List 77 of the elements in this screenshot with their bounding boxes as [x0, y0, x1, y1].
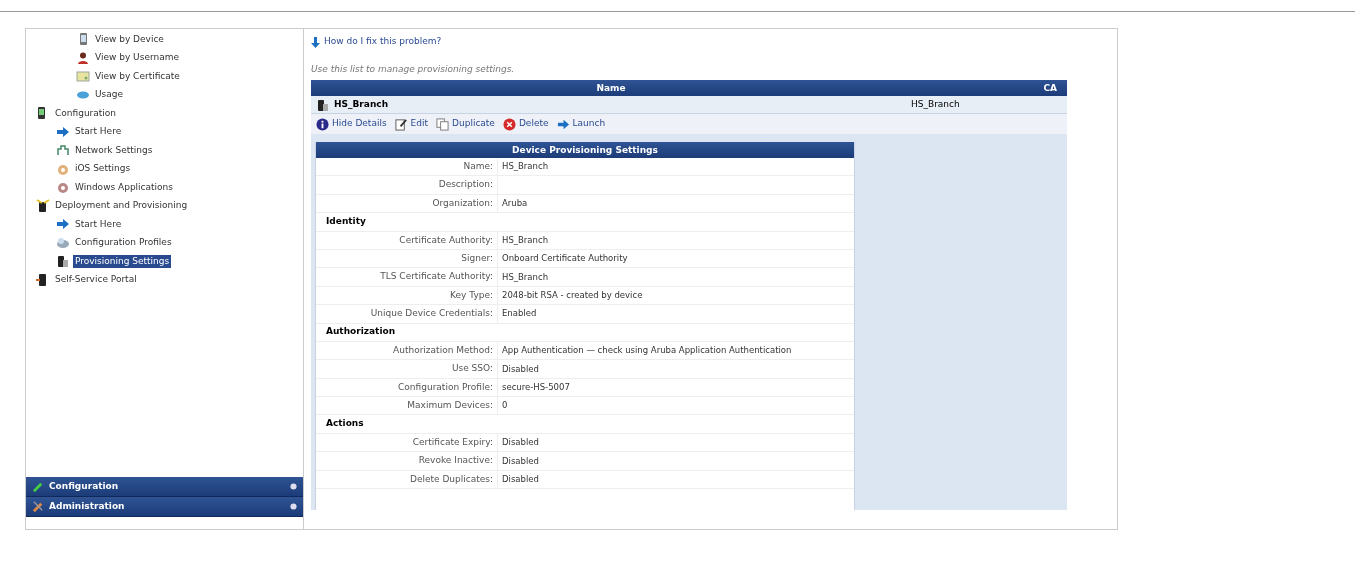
device-icon [56, 254, 70, 269]
field-label: Signer: [461, 251, 493, 265]
field-value: HS_Branch [501, 270, 549, 284]
tree-item[interactable]: Start Here [73, 217, 124, 231]
arrow-icon [56, 217, 70, 232]
action-link[interactable]: Duplicate [452, 117, 495, 131]
edit-icon [394, 117, 408, 131]
arrow-icon [56, 124, 70, 139]
field-value: Disabled [501, 454, 539, 468]
action-link[interactable]: Hide Details [332, 117, 387, 131]
field-label: Description: [438, 178, 493, 192]
info-icon [316, 117, 329, 131]
tree-item[interactable]: View by Device [93, 32, 166, 46]
field-value: 2048-bit RSA - created by device [501, 289, 643, 302]
field-label: Key Type: [450, 288, 493, 302]
field-value: secure-HS-5007 [501, 381, 570, 394]
tree-item[interactable]: Self-Service Portal [53, 273, 139, 287]
panel-header[interactable]: Configuration [26, 477, 303, 497]
section-heading: Identity [326, 215, 366, 229]
field-label: Revoke Inactive: [418, 454, 493, 468]
field-value: Disabled [501, 436, 539, 449]
column-header[interactable]: Name [311, 80, 911, 96]
field-label: Unique Device Credentials: [370, 307, 493, 321]
down-arrow-icon [311, 36, 320, 48]
column-header[interactable]: CA [911, 80, 1067, 96]
field-label: Name: [463, 159, 493, 173]
help-link[interactable]: How do I fix this problem? [324, 35, 442, 49]
expand-icon [290, 483, 297, 490]
field-value: Onboard Certificate Authority [501, 252, 628, 265]
tree-item[interactable]: Configuration Profiles [73, 236, 174, 250]
tools-icon [32, 500, 45, 513]
field-label: Delete Duplicates: [409, 472, 493, 486]
description-text: Use this list to manage provisioning settings. [311, 63, 516, 76]
field-value: App Authentication — check using Aruba Application Authentication [501, 344, 792, 357]
field-label: Certificate Authority: [399, 233, 493, 247]
tree-item[interactable]: Configuration [53, 106, 119, 120]
expand-icon [290, 503, 297, 510]
field-value: Enabled [501, 307, 537, 321]
tree-item[interactable]: Provisioning Settings [73, 254, 172, 268]
field-value: Disabled [501, 472, 539, 486]
tree-item[interactable]: Windows Applications [73, 180, 175, 194]
section-heading: Actions [326, 417, 364, 431]
field-label: Use SSO: [451, 362, 493, 376]
tree-item[interactable]: iOS Settings [73, 162, 133, 176]
field-value: 0 [501, 399, 508, 413]
certificate-icon [76, 69, 90, 84]
section-heading: Authorization [326, 325, 396, 339]
device-icon [316, 97, 330, 112]
field-label: TLS Certificate Authority: [380, 270, 493, 284]
device-icon [36, 198, 50, 213]
tree-item[interactable]: Start Here [73, 125, 124, 139]
details-title: Device Provisioning Settings [316, 142, 854, 158]
field-value: Aruba [501, 197, 528, 210]
field-value: HS_Branch [501, 233, 549, 247]
field-label: Certificate Expiry: [412, 435, 493, 449]
action-link[interactable]: Delete [518, 117, 549, 131]
delete-icon [502, 117, 516, 131]
tree-item[interactable]: Deployment and Provisioning [53, 199, 190, 213]
action-link[interactable]: Launch [572, 117, 606, 131]
person-icon [76, 50, 90, 65]
table-cell-text: HS_Branch [334, 97, 389, 111]
tree-item[interactable]: Network Settings [73, 143, 155, 157]
field-label: Organization: [432, 196, 493, 210]
copy-icon [436, 117, 450, 131]
panel-header[interactable]: Administration [26, 497, 303, 517]
tree-item[interactable]: Usage [93, 88, 126, 102]
field-label: Configuration Profile: [398, 380, 493, 394]
action-link[interactable]: Edit [410, 117, 429, 131]
field-value: HS_Branch [501, 160, 549, 174]
table-cell-text: HS_Branch [911, 97, 960, 111]
tree-item[interactable]: View by Username [93, 51, 181, 65]
network-icon [56, 143, 70, 158]
field-value: Disabled [501, 362, 539, 376]
field-label: Maximum Devices: [407, 399, 493, 412]
profile-icon [56, 235, 70, 250]
field-label: Authorization Method: [393, 343, 493, 357]
tree-item[interactable]: View by Certificate [93, 69, 182, 83]
